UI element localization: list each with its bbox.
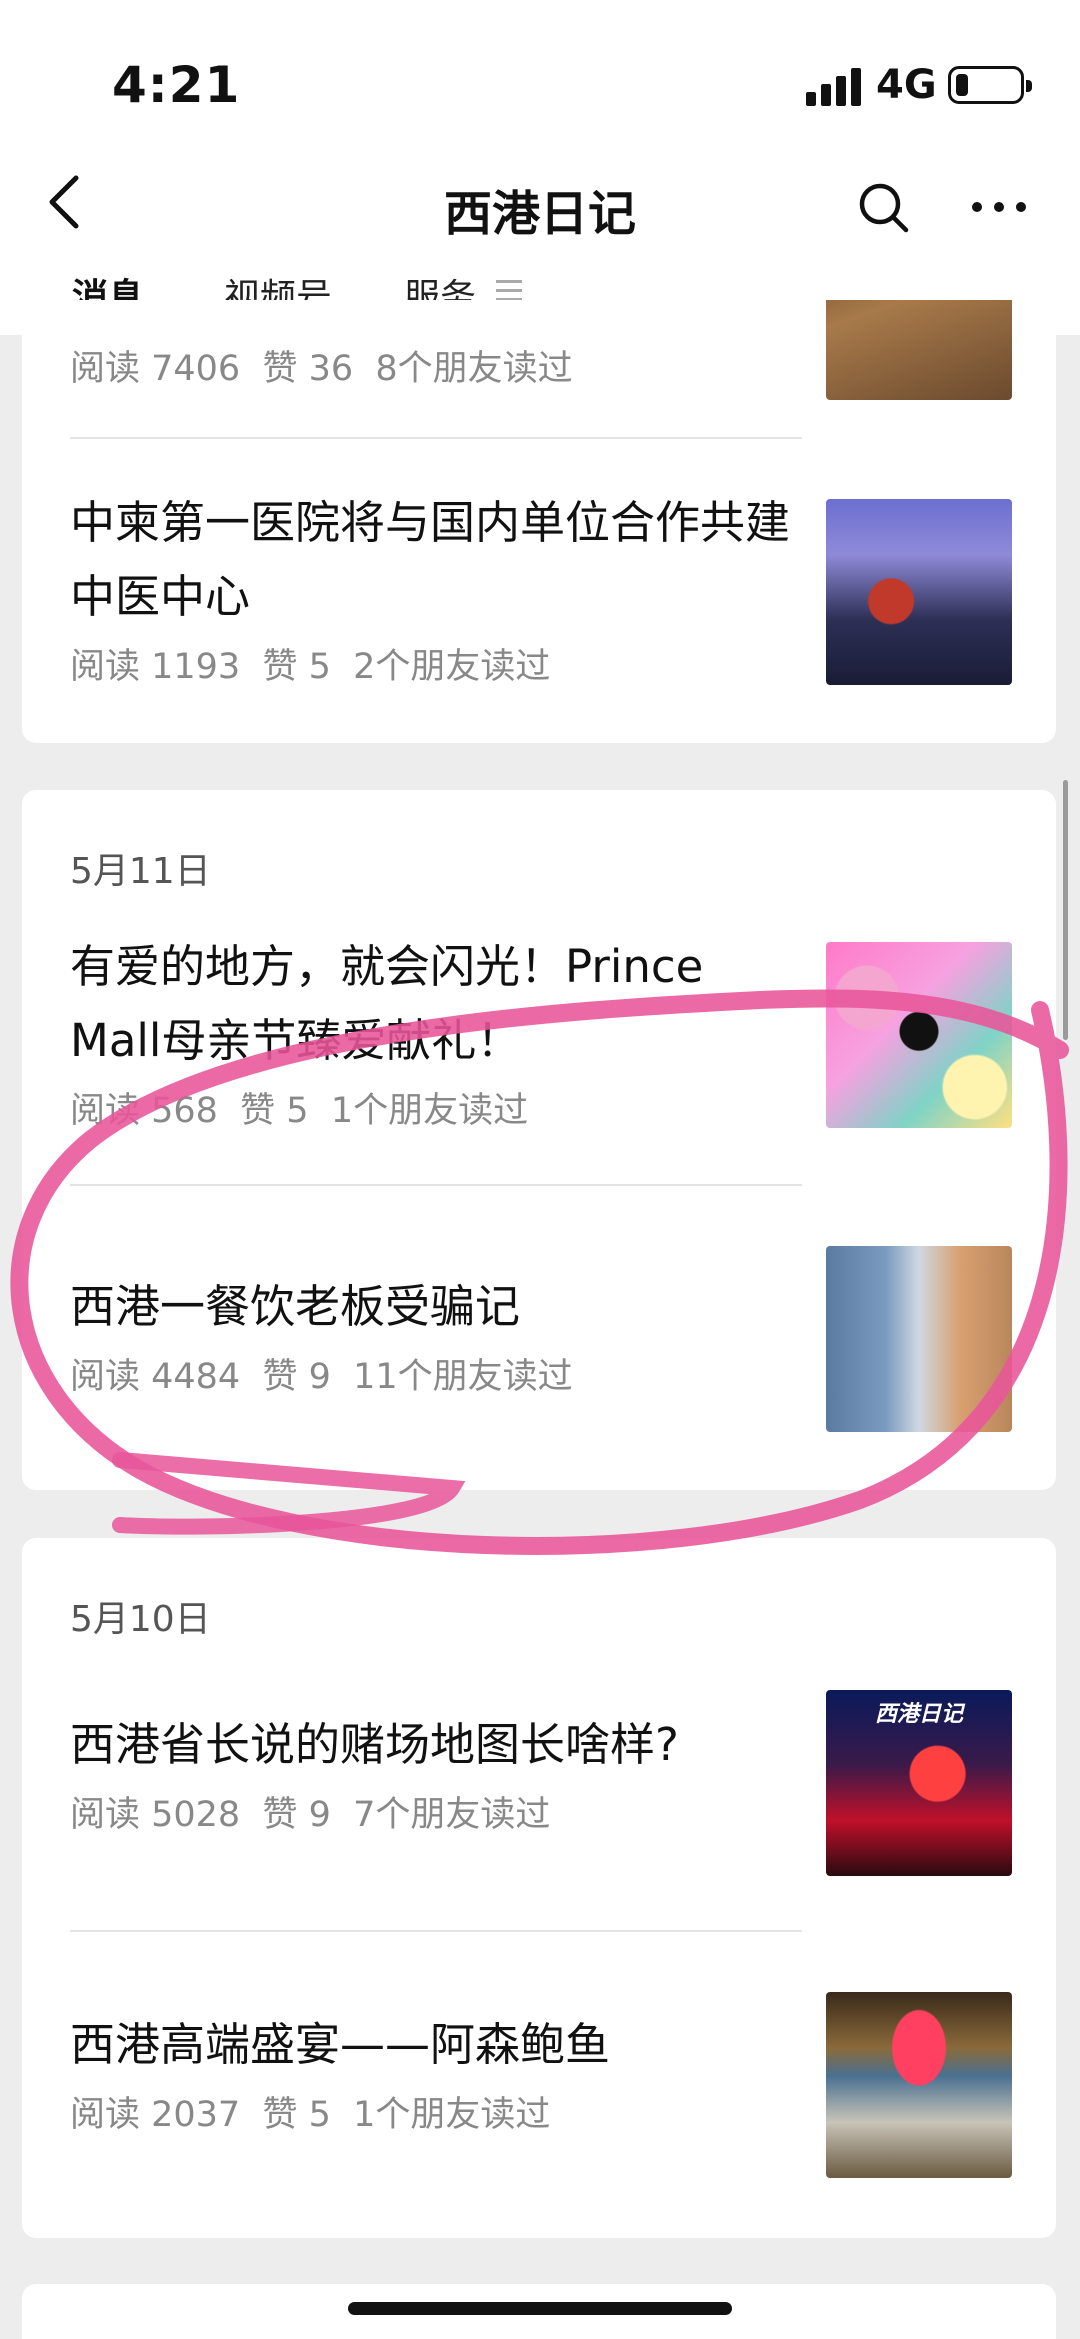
more-options-icon[interactable] (970, 194, 1030, 218)
status-time: 4:21 (112, 56, 241, 114)
article-item[interactable]: 阅读 7406 赞 36 8个朋友读过 (70, 336, 790, 391)
search-icon[interactable] (856, 180, 912, 236)
article-stats: 阅读 4484 赞 9 11个朋友读过 (70, 1357, 573, 1397)
article-title: 中柬第一医院将与国内单位合作共建中医中心 (70, 496, 791, 623)
network-type: 4G (876, 62, 937, 108)
divider (70, 437, 802, 439)
date-label: 5月10日 (70, 1599, 211, 1640)
article-item[interactable]: 西港省长说的赌场地图长啥样? 阅读 5028 赞 9 7个朋友读过 (70, 1708, 790, 1837)
feed-card: 5月11日 有爱的地方，就会闪光！Prince Mall母亲节臻爱献礼！ 阅读 … (22, 790, 1056, 1490)
article-title: 西港高端盛宴——阿森鲍鱼 (70, 2018, 611, 2071)
article-thumbnail[interactable] (826, 942, 1012, 1128)
article-item[interactable]: 西港一餐饮老板受骗记 阅读 4484 赞 9 11个朋友读过 (70, 1270, 790, 1399)
article-title: 有爱的地方，就会闪光！Prince Mall母亲节臻爱献礼！ (70, 940, 704, 1067)
article-thumbnail[interactable] (826, 1992, 1012, 2178)
divider (70, 1184, 802, 1186)
article-stats: 阅读 1193 赞 5 2个朋友读过 (70, 647, 551, 687)
article-stats: 阅读 5028 赞 9 7个朋友读过 (70, 1795, 551, 1835)
article-title: 西港一餐饮老板受骗记 (70, 1280, 521, 1333)
signal-icon (806, 66, 862, 106)
home-indicator[interactable] (348, 2302, 732, 2315)
divider (70, 1930, 802, 1932)
article-title: 西港省长说的赌场地图长啥样? (70, 1718, 679, 1771)
article-item[interactable]: 有爱的地方，就会闪光！Prince Mall母亲节臻爱献礼！ 阅读 568 赞 … (70, 930, 790, 1133)
battery-icon (948, 66, 1032, 104)
date-label: 5月11日 (70, 851, 211, 892)
article-thumbnail[interactable] (826, 300, 1012, 400)
article-thumbnail[interactable] (826, 499, 1012, 685)
article-thumbnail[interactable] (826, 1246, 1012, 1432)
article-stats: 阅读 7406 赞 36 8个朋友读过 (70, 349, 573, 389)
article-item[interactable]: 中柬第一医院将与国内单位合作共建中医中心 阅读 1193 赞 5 2个朋友读过 (70, 486, 790, 689)
thumbnail-caption: 西港日记 (874, 1702, 963, 1727)
status-bar: 4:21 4G (0, 0, 1080, 150)
article-item[interactable]: 西港高端盛宴——阿森鲍鱼 阅读 2037 赞 5 1个朋友读过 (70, 2008, 790, 2137)
feed-card: 5月10日 西港省长说的赌场地图长啥样? 阅读 5028 赞 9 7个朋友读过 … (22, 1538, 1056, 2238)
page-title: 西港日记 (443, 186, 636, 242)
article-stats: 阅读 2037 赞 5 1个朋友读过 (70, 2095, 551, 2135)
article-stats: 阅读 568 赞 5 1个朋友读过 (70, 1091, 529, 1131)
feed-card: 阅读 7406 赞 36 8个朋友读过 中柬第一医院将与国内单位合作共建中医中心… (22, 300, 1056, 743)
scrollbar[interactable] (1063, 780, 1068, 1040)
